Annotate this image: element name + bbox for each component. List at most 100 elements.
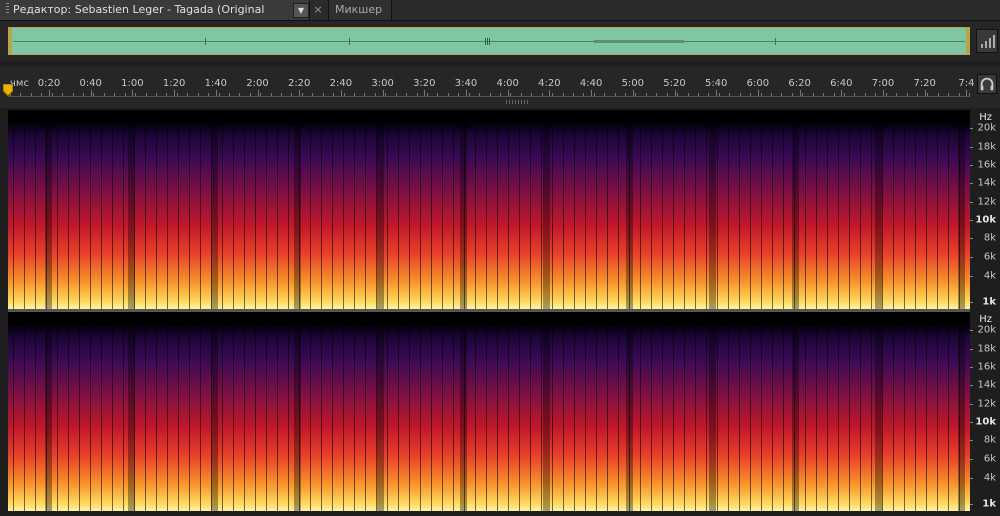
ruler-minor-tick: [688, 93, 689, 96]
ruler-tick: [340, 90, 342, 96]
ruler-scale: чмс 0:20 0:40 1:00 1:20 1:40 2:00 2:20 2:40 3:00…: [8, 74, 974, 97]
overview-panel: [0, 21, 1000, 61]
time-label: 1:00: [121, 78, 144, 89]
overview-marker: [205, 38, 206, 45]
overview-track[interactable]: [8, 27, 970, 55]
frequency-tick: [970, 349, 973, 350]
time-label: 0:40: [79, 78, 102, 89]
tab-mixer[interactable]: Микшер: [328, 0, 392, 20]
time-label: 3:20: [413, 78, 436, 89]
ruler-tick: [591, 90, 593, 96]
time-label: 6:20: [788, 78, 811, 89]
ruler-minor-tick: [417, 93, 418, 96]
ruler-minor-tick: [396, 93, 397, 96]
zoom-icon[interactable]: [976, 29, 998, 53]
overview-marker: [775, 38, 776, 45]
ruler-minor-tick: [698, 93, 699, 96]
ruler-minor-tick: [125, 93, 126, 96]
ruler-minor-tick: [187, 93, 188, 96]
ruler-tick: [215, 90, 217, 96]
tab-editor[interactable]: Редактор: Sebastien Leger - Tagada (Orig…: [0, 0, 310, 36]
spectral-view-right-channel[interactable]: [8, 312, 970, 511]
ruler-tick: [507, 90, 509, 96]
frequency-tick: [970, 459, 973, 460]
time-label: 7:20: [913, 78, 936, 89]
ruler-minor-tick: [166, 93, 167, 96]
ruler-minor-tick: [886, 93, 887, 96]
tab-grip-icon[interactable]: [6, 3, 9, 15]
ruler-minor-tick: [229, 93, 230, 96]
ruler-minor-tick: [510, 93, 511, 96]
ruler-minor-tick: [437, 93, 438, 96]
ruler-minor-tick: [458, 93, 459, 96]
ruler-minor-tick: [62, 93, 63, 96]
spectrogram-transients: [8, 312, 970, 511]
ruler-minor-tick: [615, 93, 616, 96]
ruler-minor-tick: [469, 93, 470, 96]
ruler-minor-tick: [156, 93, 157, 96]
ruler-minor-tick: [907, 93, 908, 96]
spectrogram-transients: [8, 110, 970, 309]
ruler-minor-tick: [604, 93, 605, 96]
frequency-label: 8k: [983, 232, 996, 244]
time-ruler[interactable]: чмс 0:20 0:40 1:00 1:20 1:40 2:00 2:20 2:40 3:00…: [0, 66, 1000, 108]
frequency-tick: [970, 276, 973, 277]
frequency-label: 12k: [977, 196, 996, 208]
ruler-minor-tick: [948, 93, 949, 96]
ruler-minor-tick: [31, 93, 32, 96]
headphones-icon[interactable]: [977, 74, 997, 94]
tab-bar: Редактор: Sebastien Leger - Tagada (Orig…: [0, 0, 1000, 36]
frequency-label: 6k: [983, 251, 996, 263]
dropdown-arrow-icon[interactable]: ▼: [293, 3, 309, 18]
ruler-tick: [716, 90, 718, 96]
frequency-tick: [970, 385, 973, 386]
ruler-minor-tick: [333, 93, 334, 96]
ruler-minor-tick: [792, 93, 793, 96]
time-label: 2:20: [287, 78, 311, 89]
ruler-minor-tick: [646, 93, 647, 96]
ruler-tick: [549, 90, 551, 96]
time-label: 6:00: [746, 78, 770, 89]
ruler-minor-tick: [406, 93, 407, 96]
ruler-minor-tick: [479, 93, 480, 96]
frequency-label: 1k: [982, 296, 996, 308]
ruler-tick: [257, 90, 259, 96]
frequency-tick: [970, 165, 973, 166]
frequency-tick: [970, 478, 973, 479]
ruler-minor-tick: [20, 93, 21, 96]
spectral-view-left-channel[interactable]: [8, 110, 970, 309]
frequency-label: 14k: [977, 379, 996, 391]
ruler-minor-tick: [959, 93, 960, 96]
ruler-minor-tick: [219, 93, 220, 96]
ruler-minor-tick: [563, 93, 564, 96]
ruler-tick: [382, 90, 384, 96]
frequency-tick: [970, 257, 973, 258]
frequency-axis-right: Hz 20k 18k 16k 14k 12k 10k 8k 6k 4k 1k: [970, 312, 1000, 511]
time-label: 5:40: [704, 78, 728, 89]
playhead-icon[interactable]: [3, 84, 13, 96]
ruler-minor-tick: [542, 93, 543, 96]
ruler-minor-tick: [83, 93, 84, 96]
ruler-minor-tick: [583, 93, 584, 96]
panel-splitter[interactable]: [506, 100, 530, 104]
ruler-minor-tick: [781, 93, 782, 96]
ruler-minor-tick: [875, 93, 876, 96]
close-icon[interactable]: ×: [312, 0, 324, 20]
ruler-tick: [424, 90, 426, 96]
ruler-minor-tick: [291, 93, 292, 96]
ruler-tick: [757, 90, 759, 96]
hz-unit-label: Hz: [979, 314, 992, 325]
frequency-label: 16k: [977, 159, 996, 171]
time-label: 5:00: [621, 78, 645, 89]
ruler-tick: [883, 90, 884, 96]
ruler-minor-tick: [73, 93, 74, 96]
time-label: 7:00: [871, 78, 895, 89]
ruler-minor-tick: [271, 93, 272, 96]
frequency-axis-left: Hz 20k 18k 16k 14k 12k 10k 8k 6k 4k 1k: [970, 110, 1000, 309]
time-label: 3:40: [454, 78, 478, 89]
frequency-tick: [970, 330, 973, 331]
ruler-minor-tick: [625, 93, 626, 96]
time-label: 2:40: [329, 78, 353, 89]
ruler-minor-tick: [239, 93, 240, 96]
ruler-tick: [49, 90, 50, 96]
